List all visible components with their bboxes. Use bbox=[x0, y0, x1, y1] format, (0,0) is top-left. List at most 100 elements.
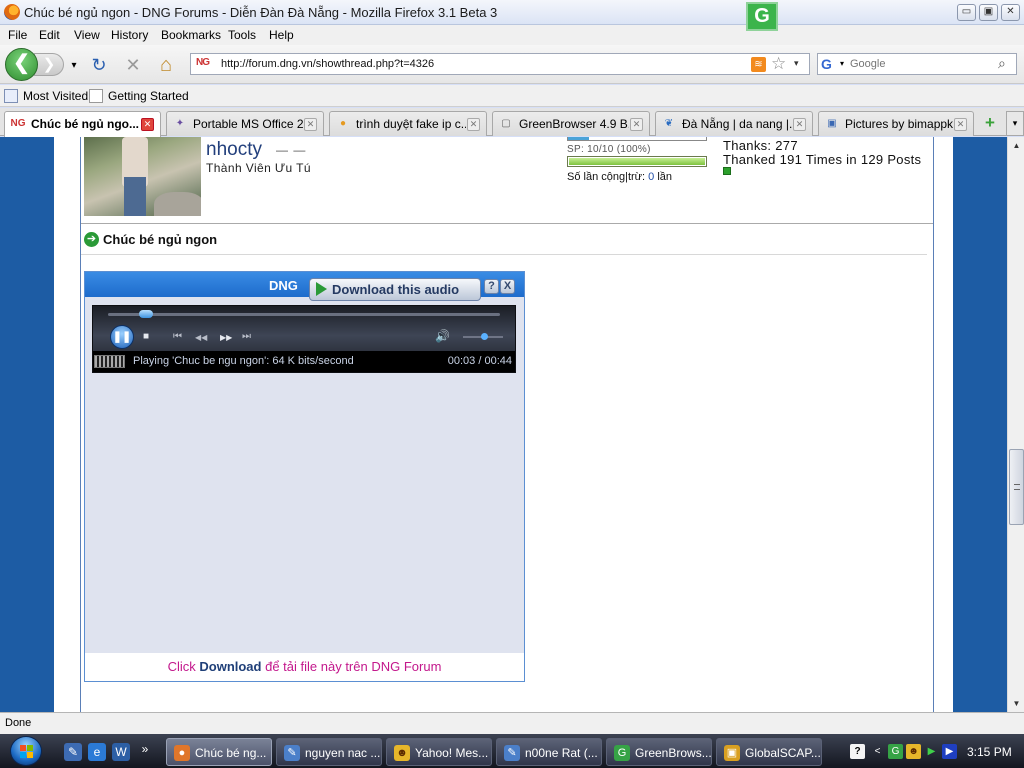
footer-download-link[interactable]: Download bbox=[199, 659, 261, 674]
fast-forward-button[interactable]: ▶▶ bbox=[220, 333, 232, 342]
search-engine-dropdown-icon[interactable]: ▾ bbox=[840, 59, 844, 68]
tab-close-icon[interactable]: ✕ bbox=[954, 118, 967, 131]
menu-history[interactable]: History bbox=[111, 28, 148, 42]
firefox-task-icon: ● bbox=[174, 745, 190, 761]
scroll-up-icon[interactable]: ▲ bbox=[1008, 137, 1024, 154]
search-input[interactable] bbox=[850, 56, 990, 72]
bookmark-star-icon[interactable]: ☆ bbox=[771, 54, 786, 74]
previous-track-button[interactable]: ⏮ bbox=[173, 331, 182, 342]
seek-bar[interactable] bbox=[108, 310, 500, 318]
tab-close-icon[interactable]: ✕ bbox=[630, 118, 643, 131]
quicklaunch-word-icon[interactable]: W bbox=[112, 743, 130, 761]
menu-file[interactable]: File bbox=[8, 28, 27, 42]
editor-task-icon: ✎ bbox=[284, 745, 300, 761]
download-audio-button[interactable]: Download this audio bbox=[309, 278, 481, 301]
tab-label: GreenBrowser 4.9 B... bbox=[519, 117, 629, 131]
danang-favicon-icon: ❦ bbox=[664, 118, 674, 129]
tab-pictures-by-bimappk[interactable]: ▣ Pictures by bimappk ... ✕ bbox=[818, 111, 974, 136]
username-decoration: — — bbox=[276, 143, 307, 157]
user-avatar[interactable] bbox=[84, 137, 201, 216]
help-tray-icon[interactable]: ? bbox=[850, 744, 865, 759]
player-help-button[interactable]: ? bbox=[484, 279, 499, 294]
minimize-button[interactable]: ▭ bbox=[957, 4, 976, 21]
history-dropdown-icon[interactable]: ▾ bbox=[63, 55, 85, 77]
scroll-thumb[interactable] bbox=[1009, 449, 1024, 525]
seek-thumb[interactable] bbox=[139, 310, 154, 318]
system-tray: ? < G ☻ ▶ ▶ 3:15 PM bbox=[842, 738, 1024, 766]
bookmark-most-visited[interactable]: Most Visited bbox=[4, 89, 88, 103]
start-button[interactable] bbox=[10, 736, 42, 766]
url-bar[interactable]: NG http://forum.dng.vn/showthread.php?t=… bbox=[190, 53, 810, 75]
url-dropdown-icon[interactable]: ▾ bbox=[794, 58, 799, 69]
firefox-icon bbox=[4, 4, 20, 20]
player-time: 00:03 / 00:44 bbox=[447, 355, 512, 367]
volume-icon[interactable]: 🔊 bbox=[435, 329, 450, 343]
editor-task-icon: ✎ bbox=[504, 745, 520, 761]
greenbrowser-tray-icon[interactable]: G bbox=[888, 744, 903, 759]
taskbar-item-nguyen-nac[interactable]: ✎ nguyen nac ... bbox=[276, 738, 382, 766]
tab-da-nang[interactable]: ❦ Đà Nẵng | da nang |... ✕ bbox=[655, 111, 813, 136]
reputation-bar-fill bbox=[568, 137, 589, 140]
taskbar-item-greenbrowser[interactable]: G GreenBrows... bbox=[606, 738, 712, 766]
status-bar: Done bbox=[0, 712, 1024, 734]
windows-logo-icon bbox=[20, 745, 33, 758]
taskbar-item-firefox[interactable]: ● Chúc bé ng... bbox=[166, 738, 272, 766]
next-track-button[interactable]: ⏭ bbox=[242, 331, 251, 342]
thanked-count: Thanked 191 Times in 129 Posts bbox=[723, 152, 922, 167]
post-container: nhocty — — Thành Viên Ưu Tú SP: 10/10 (1… bbox=[80, 137, 934, 712]
bookmark-getting-started[interactable]: Getting Started bbox=[89, 89, 189, 103]
scroll-down-icon[interactable]: ▼ bbox=[1008, 695, 1024, 712]
vertical-scrollbar[interactable]: ▲ ▼ bbox=[1007, 137, 1024, 712]
menu-help[interactable]: Help bbox=[269, 28, 294, 42]
tray-expand-icon[interactable]: < bbox=[870, 744, 885, 759]
quicklaunch-more-icon[interactable]: » bbox=[136, 740, 154, 758]
window-titlebar: Chúc bé ngủ ngon - DNG Forums - Diễn Đàn… bbox=[0, 0, 1024, 31]
taskbar-item-globalscape[interactable]: ▣ GlobalSCAP... bbox=[716, 738, 822, 766]
stop-button[interactable]: ■ bbox=[143, 331, 149, 342]
tab-trinh-duyet-fake-ip[interactable]: ● trình duyệt fake ip c... ✕ bbox=[329, 111, 487, 136]
maximize-button[interactable]: ▣ bbox=[979, 4, 998, 21]
menu-tools[interactable]: Tools bbox=[228, 28, 256, 42]
player-close-button[interactable]: X bbox=[500, 279, 515, 294]
rss-feed-icon[interactable]: ≋ bbox=[751, 57, 766, 72]
player-footer: Click Download để tải file này trên DNG … bbox=[85, 653, 524, 681]
footer-click-text: Click bbox=[167, 659, 196, 674]
tab-list-dropdown-icon[interactable]: ▾ bbox=[1006, 111, 1024, 136]
tab-close-icon[interactable]: ✕ bbox=[467, 118, 480, 131]
footer-rest-text: để tải file này trên DNG Forum bbox=[265, 659, 442, 674]
tab-close-icon[interactable]: ✕ bbox=[304, 118, 317, 131]
media-tray-icon[interactable]: ▶ bbox=[924, 744, 939, 759]
rep-count-unit: lần bbox=[657, 171, 673, 183]
menu-view[interactable]: View bbox=[74, 28, 100, 42]
tab-greenbrowser[interactable]: ▢ GreenBrowser 4.9 B... ✕ bbox=[492, 111, 650, 136]
reload-icon[interactable]: ↻ bbox=[88, 54, 110, 76]
search-icon[interactable]: ⌕ bbox=[998, 55, 1006, 72]
volume-slider[interactable] bbox=[463, 333, 503, 340]
rewind-button[interactable]: ◀◀ bbox=[195, 333, 207, 342]
back-button[interactable]: ❮ bbox=[5, 48, 38, 81]
taskbar-clock[interactable]: 3:15 PM bbox=[967, 745, 1012, 759]
volume-thumb[interactable] bbox=[481, 333, 489, 340]
tab-chuc-be-ngu-ngon[interactable]: NG Chúc bé ngủ ngo... ✕ bbox=[4, 111, 161, 137]
close-window-button[interactable]: ✕ bbox=[1001, 4, 1020, 21]
pause-button[interactable]: ❚❚ bbox=[110, 325, 134, 349]
google-engine-icon[interactable]: G bbox=[821, 56, 832, 72]
player-tray-icon[interactable]: ▶ bbox=[942, 744, 957, 759]
quicklaunch-notepad-icon[interactable]: ✎ bbox=[64, 743, 82, 761]
forum-favicon-icon: ● bbox=[339, 118, 347, 129]
home-icon[interactable]: ⌂ bbox=[155, 54, 177, 76]
post-username[interactable]: nhocty bbox=[206, 139, 262, 161]
tab-close-icon[interactable]: ✕ bbox=[793, 118, 806, 131]
stop-icon[interactable]: ✕ bbox=[122, 54, 144, 76]
quicklaunch-ie-icon[interactable]: e bbox=[88, 743, 106, 761]
url-text[interactable]: http://forum.dng.vn/showthread.php?t=432… bbox=[221, 58, 434, 70]
taskbar-item-yahoo-messenger[interactable]: ☻ Yahoo! Mes... bbox=[386, 738, 492, 766]
yahoo-tray-icon[interactable]: ☻ bbox=[906, 744, 921, 759]
forward-button[interactable]: ❯ bbox=[34, 53, 64, 76]
tab-portable-ms-office[interactable]: ✦ Portable MS Office 2... ✕ bbox=[166, 111, 324, 136]
menu-bookmarks[interactable]: Bookmarks bbox=[161, 28, 221, 42]
menu-edit[interactable]: Edit bbox=[39, 28, 60, 42]
taskbar-item-n00ne-rat[interactable]: ✎ n00ne Rat (... bbox=[496, 738, 602, 766]
new-tab-icon[interactable]: + bbox=[978, 114, 1002, 134]
tab-close-icon[interactable]: ✕ bbox=[141, 118, 154, 131]
